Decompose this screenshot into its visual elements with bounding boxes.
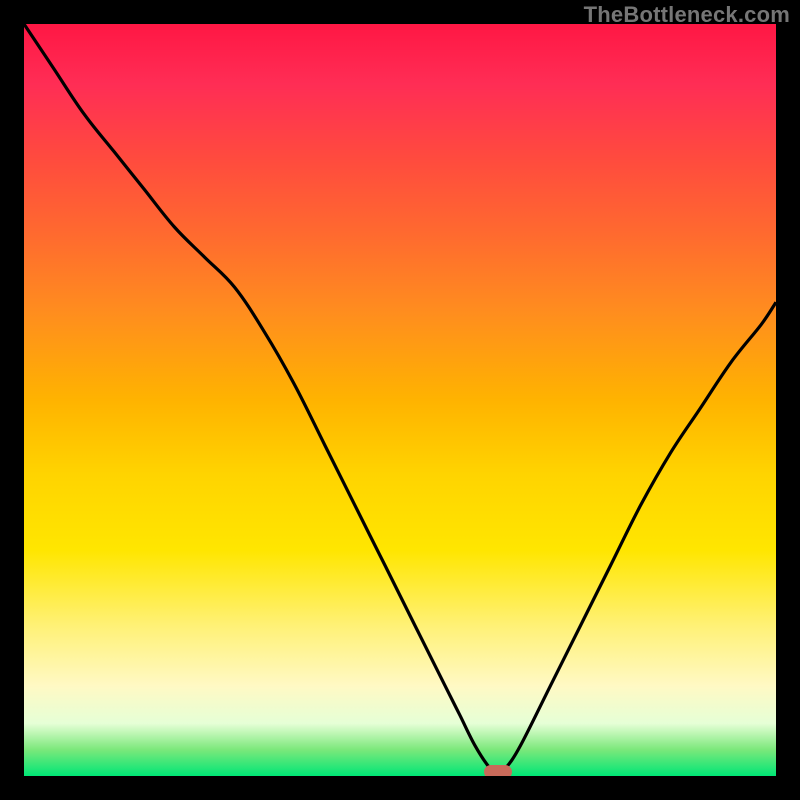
chart-stage: TheBottleneck.com (0, 0, 800, 800)
plot-area (24, 24, 776, 776)
watermark-text: TheBottleneck.com (584, 2, 790, 28)
curve-path (24, 24, 776, 772)
bottleneck-curve (24, 24, 776, 776)
valley-marker-icon (484, 765, 512, 776)
